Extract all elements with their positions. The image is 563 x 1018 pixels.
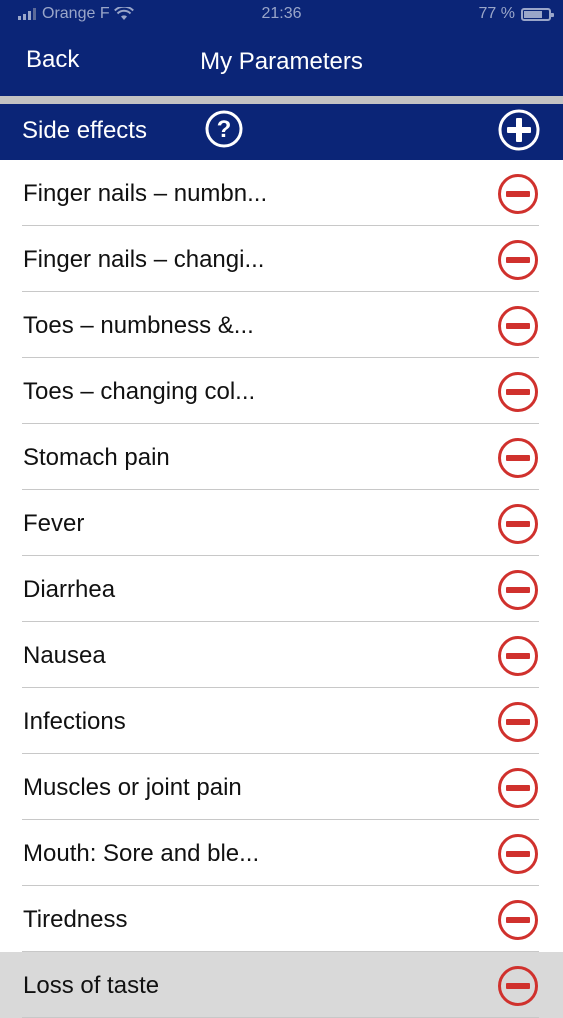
list-item[interactable]: Stomach pain [0, 424, 563, 490]
minus-circle-icon[interactable] [497, 503, 539, 545]
side-effect-label: Finger nails – numbn... [23, 180, 268, 207]
minus-circle-icon[interactable] [497, 635, 539, 677]
battery-icon [521, 7, 554, 21]
minus-circle-icon[interactable] [497, 437, 539, 479]
list-item[interactable]: Muscles or joint pain [0, 754, 563, 820]
minus-circle-icon[interactable] [497, 767, 539, 809]
side-effects-list: Finger nails – numbn... Finger nails – ch… [0, 160, 563, 1018]
list-item[interactable]: Finger nails – numbn... [0, 160, 563, 226]
minus-circle-icon[interactable] [497, 173, 539, 215]
side-effect-label: Muscles or joint pain [23, 774, 242, 801]
side-effect-label: Tiredness [23, 906, 128, 933]
minus-circle-icon[interactable] [497, 899, 539, 941]
side-effect-label: Toes – changing col... [23, 378, 256, 405]
status-bar: Orange F 21:36 77 % [0, 0, 563, 32]
side-effect-label: Loss of taste [23, 972, 160, 999]
side-effect-label: Nausea [23, 642, 106, 669]
list-item[interactable]: Toes – numbness &... [0, 292, 563, 358]
minus-circle-icon[interactable] [497, 305, 539, 347]
minus-circle-icon[interactable] [497, 701, 539, 743]
minus-circle-icon[interactable] [497, 965, 539, 1007]
page-title-text: My Parameters [200, 48, 363, 75]
list-item[interactable]: Loss of taste [0, 952, 563, 1018]
side-effect-label: Toes – numbness &... [23, 312, 254, 339]
battery-info: 77 % [478, 5, 554, 23]
minus-circle-icon[interactable] [497, 371, 539, 413]
side-effect-label: Infections [23, 708, 126, 735]
battery-percent: 77 % [478, 5, 515, 22]
minus-circle-icon[interactable] [497, 833, 539, 875]
list-item[interactable]: Fever [0, 490, 563, 556]
list-item[interactable]: Toes – changing col... [0, 358, 563, 424]
list-item[interactable]: Mouth: Sore and ble... [0, 820, 563, 886]
section-title: Side effects [22, 117, 147, 144]
side-effect-label: Finger nails – changi... [23, 246, 265, 273]
minus-circle-icon[interactable] [497, 569, 539, 611]
list-item[interactable]: Diarrhea [0, 556, 563, 622]
side-effect-label: Stomach pain [23, 444, 170, 471]
list-item[interactable]: Infections [0, 688, 563, 754]
header-divider [0, 96, 563, 104]
side-effect-label: Fever [23, 510, 85, 537]
question-circle-icon[interactable]: ? [204, 109, 244, 149]
list-item[interactable]: Nausea [0, 622, 563, 688]
section-header: Side effects [0, 104, 563, 160]
svg-text:?: ? [217, 116, 232, 143]
list-item[interactable]: Tiredness [0, 886, 563, 952]
side-effect-label: Diarrhea [23, 576, 116, 603]
plus-circle-icon[interactable] [497, 108, 541, 152]
side-effect-label: Mouth: Sore and ble... [23, 840, 260, 867]
minus-circle-icon[interactable] [497, 239, 539, 281]
page-title: My Parameters [0, 48, 563, 76]
list-item[interactable]: Finger nails – changi... [0, 226, 563, 292]
navigation-bar: Orange F 21:36 77 % Back My Parameters [0, 0, 563, 96]
